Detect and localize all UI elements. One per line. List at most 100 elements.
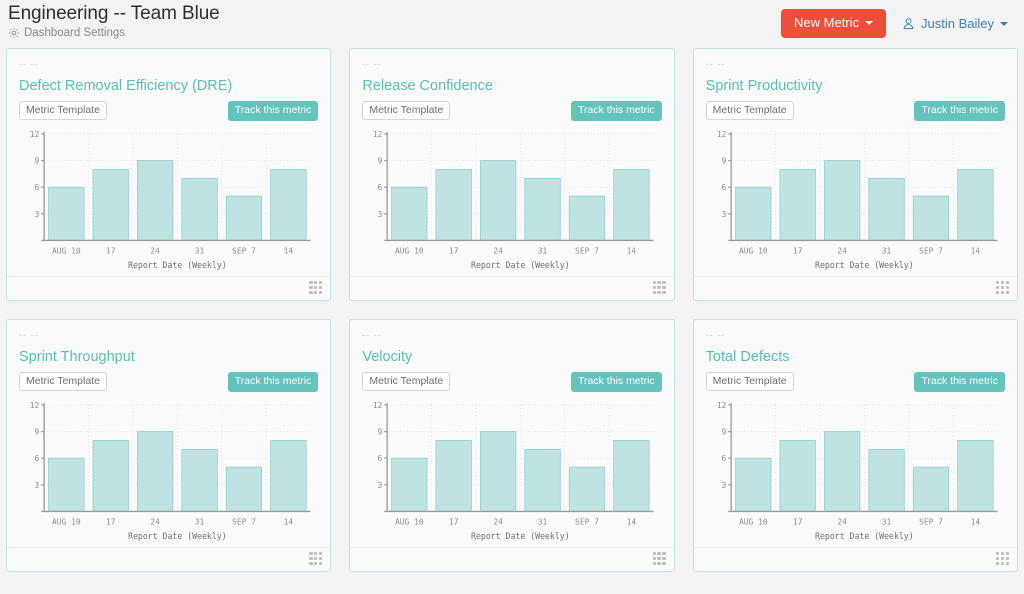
- resize-handle-icon[interactable]: [996, 552, 1009, 565]
- metric-card-placeholder: -- --: [705, 330, 726, 340]
- track-this-metric-button[interactable]: Track this metric: [227, 371, 319, 392]
- bar[interactable]: [524, 448, 562, 512]
- resize-handle-icon[interactable]: [652, 552, 666, 565]
- bar[interactable]: [270, 169, 307, 241]
- bar[interactable]: [48, 186, 85, 241]
- bar[interactable]: [912, 195, 949, 241]
- bar[interactable]: [823, 160, 860, 241]
- bar-chart: 3 6 9 12 AUG 10 17 24 31 SEP 7 14 Report Date (Wee…: [30, 401, 311, 541]
- metric-card-body: -- -- Total Defects Metric Template Trac…: [694, 320, 1017, 547]
- metric-card-placeholder: -- --: [19, 59, 39, 69]
- bar[interactable]: [956, 169, 994, 241]
- y-tick-label: 9: [721, 427, 726, 436]
- x-tick-label: 24: [837, 517, 847, 526]
- bar[interactable]: [136, 431, 174, 512]
- x-tick-label: AUG 10: [395, 246, 424, 255]
- bar[interactable]: [270, 440, 307, 512]
- gear-icon: [8, 27, 20, 39]
- x-tick-label: SEP 7: [575, 517, 599, 526]
- bar[interactable]: [613, 440, 650, 512]
- bar[interactable]: [225, 466, 263, 512]
- metric-card-body: -- -- Sprint Throughput Metric Template …: [7, 320, 330, 547]
- y-tick-label: 6: [721, 183, 726, 192]
- bar[interactable]: [181, 177, 218, 241]
- bar[interactable]: [524, 177, 562, 241]
- bar[interactable]: [956, 440, 994, 512]
- metric-card-placeholder: -- --: [362, 330, 382, 340]
- metric-chart: 3 6 9 12 AUG 10 17 24 31 SEP 7 14 Report Date (Wee…: [706, 128, 1005, 276]
- bar[interactable]: [613, 169, 650, 241]
- metric-card: -- -- Total Defects Metric Template Trac…: [692, 319, 1018, 572]
- metric-card-footer: [7, 547, 331, 571]
- x-axis-title: Report Date (Weekly): [128, 260, 227, 270]
- x-tick-label: 14: [970, 246, 980, 255]
- bar[interactable]: [92, 440, 129, 512]
- resize-handle-icon[interactable]: [309, 552, 323, 565]
- bar[interactable]: [480, 160, 517, 241]
- bar[interactable]: [912, 466, 949, 512]
- track-this-metric-button[interactable]: Track this metric: [914, 100, 1005, 121]
- metric-card-title[interactable]: Release Confidence: [362, 77, 661, 95]
- bar[interactable]: [48, 457, 85, 512]
- bar[interactable]: [868, 448, 905, 512]
- x-tick-label: 17: [106, 246, 116, 255]
- resize-handle-icon[interactable]: [652, 281, 666, 294]
- track-this-metric-button[interactable]: Track this metric: [227, 100, 319, 121]
- status-badge: Metric Template: [362, 372, 451, 391]
- new-metric-button[interactable]: New Metric: [781, 9, 887, 38]
- x-tick-label: 31: [538, 246, 548, 255]
- bar[interactable]: [391, 186, 428, 241]
- person-icon: [902, 17, 915, 30]
- header-right: New Metric Justin Bailey: [781, 9, 1008, 38]
- y-tick-label: 12: [716, 130, 726, 139]
- resize-handle-icon[interactable]: [996, 281, 1009, 294]
- x-tick-label: 14: [970, 517, 980, 526]
- track-this-metric-button[interactable]: Track this metric: [571, 100, 662, 121]
- bar[interactable]: [480, 431, 517, 512]
- bar[interactable]: [823, 431, 860, 512]
- x-tick-label: AUG 10: [52, 517, 81, 526]
- bar[interactable]: [569, 195, 606, 241]
- y-tick-label: 3: [378, 481, 383, 490]
- metric-chart: 3 6 9 12 AUG 10 17 24 31 SEP 7 14 Report Date (Wee…: [362, 399, 661, 547]
- x-tick-label: 24: [150, 517, 160, 526]
- x-tick-label: AUG 10: [395, 517, 424, 526]
- user-menu[interactable]: Justin Bailey: [902, 16, 1008, 31]
- x-axis-title: Report Date (Weekly): [815, 260, 914, 270]
- bar[interactable]: [569, 466, 606, 512]
- metric-card-body: -- -- Release Confidence Metric Template…: [350, 49, 673, 276]
- y-tick-label: 6: [35, 183, 40, 192]
- y-tick-label: 3: [721, 481, 726, 490]
- metric-card-subrow: Metric Template Track this metric: [705, 100, 1005, 121]
- track-this-metric-button[interactable]: Track this metric: [571, 371, 662, 392]
- metric-card-title[interactable]: Total Defects: [706, 348, 1005, 366]
- x-tick-label: AUG 10: [739, 246, 768, 255]
- metric-card-subrow: Metric Template Track this metric: [705, 371, 1005, 392]
- bar[interactable]: [779, 169, 816, 241]
- dashboard-settings-link[interactable]: Dashboard Settings: [8, 27, 220, 39]
- metric-chart: 3 6 9 12 AUG 10 17 24 31 SEP 7 14 Report Date (Wee…: [362, 128, 661, 276]
- metric-card-title[interactable]: Defect Removal Efficiency (DRE): [19, 77, 318, 95]
- metric-card-title[interactable]: Velocity: [362, 348, 661, 366]
- resize-handle-icon[interactable]: [309, 281, 323, 294]
- bar[interactable]: [734, 186, 772, 241]
- bar[interactable]: [181, 448, 218, 512]
- bar[interactable]: [435, 169, 473, 241]
- bar[interactable]: [225, 195, 263, 241]
- bar[interactable]: [734, 457, 772, 512]
- bar[interactable]: [391, 457, 428, 512]
- user-name-label: Justin Bailey: [921, 16, 994, 31]
- metric-card-title[interactable]: Sprint Throughput: [19, 348, 318, 366]
- bar[interactable]: [868, 177, 905, 241]
- bar-chart: 3 6 9 12 AUG 10 17 24 31 SEP 7 14 Report Date (Wee…: [373, 401, 654, 541]
- y-tick-label: 12: [30, 130, 40, 139]
- bar[interactable]: [779, 440, 816, 512]
- bar[interactable]: [435, 440, 473, 512]
- bar-chart: 3 6 9 12 AUG 10 17 24 31 SEP 7 14 Report Date (Wee…: [373, 130, 654, 270]
- metric-card-title[interactable]: Sprint Productivity: [706, 77, 1005, 95]
- bar[interactable]: [136, 160, 174, 241]
- y-tick-label: 3: [721, 210, 726, 219]
- track-this-metric-button[interactable]: Track this metric: [914, 371, 1005, 392]
- metric-card-subrow: Metric Template Track this metric: [362, 100, 662, 121]
- bar[interactable]: [92, 169, 129, 241]
